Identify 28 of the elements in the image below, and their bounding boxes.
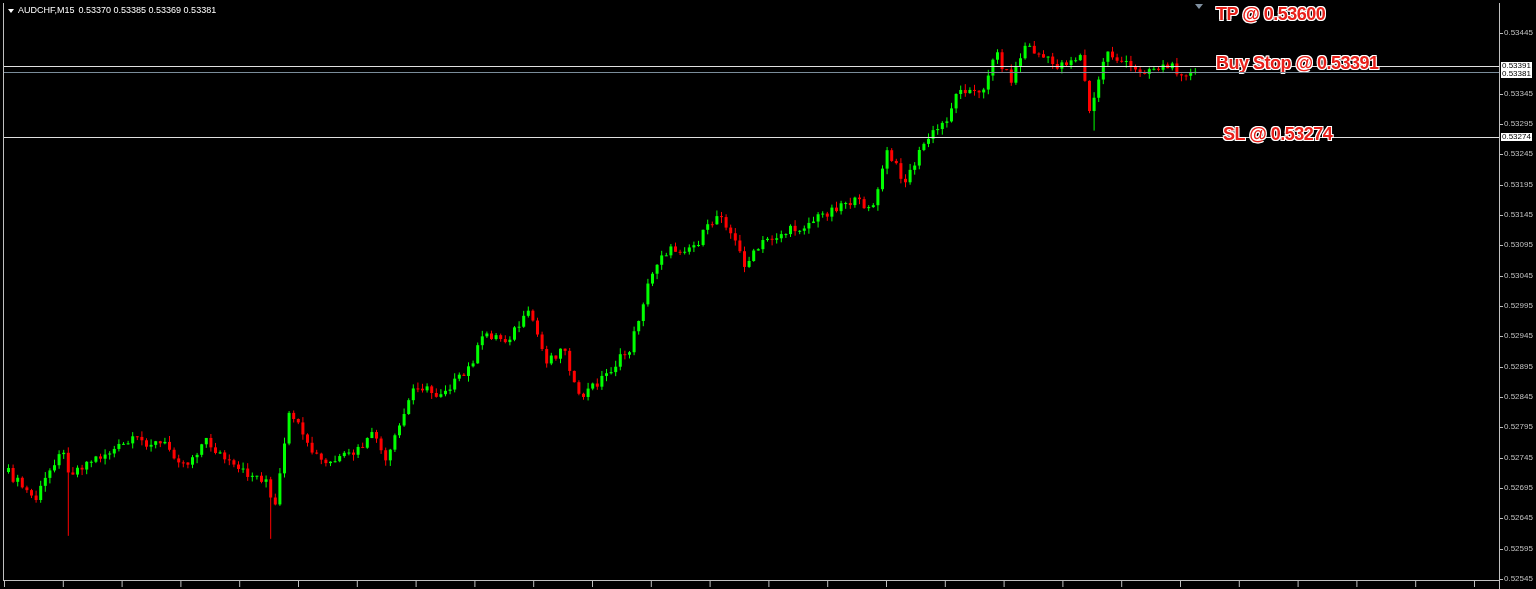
price-tag: 0.53274 xyxy=(1501,133,1532,141)
price-label: 0.52895 xyxy=(1504,362,1533,371)
price-label: 0.52845 xyxy=(1504,392,1533,401)
price-label: 0.53345 xyxy=(1504,89,1533,98)
price-label: 0.52595 xyxy=(1504,544,1533,553)
price-label: 0.52545 xyxy=(1504,574,1533,583)
ohlc-values: 0.53370 0.53385 0.53369 0.53381 xyxy=(78,6,217,15)
price-label: 0.53095 xyxy=(1504,241,1533,250)
price-label: 0.52995 xyxy=(1504,301,1533,310)
price-label: 0.53195 xyxy=(1504,180,1533,189)
price-label: 0.52945 xyxy=(1504,332,1533,341)
stop-loss-line[interactable] xyxy=(4,137,1500,138)
price-label: 0.52645 xyxy=(1504,514,1533,523)
symbol-timeframe: AUDCHF,M15 xyxy=(18,6,75,15)
level-label: TP @ 0.53600 xyxy=(1216,5,1326,23)
price-label: 0.53295 xyxy=(1504,120,1533,128)
price-label: 0.53245 xyxy=(1504,150,1533,159)
price-label: 0.52745 xyxy=(1504,453,1533,462)
price-tag: 0.53391 xyxy=(1501,62,1532,70)
price-label: 0.53445 xyxy=(1504,29,1533,37)
collapse-triangle-icon[interactable] xyxy=(8,8,14,13)
price-label: 0.52695 xyxy=(1504,483,1533,492)
price-label: 0.53145 xyxy=(1504,210,1533,219)
triangle-marker-icon xyxy=(1195,4,1203,9)
buy-stop-line[interactable] xyxy=(4,66,1500,67)
price-tag: 0.53381 xyxy=(1501,70,1532,78)
price-label: 0.53045 xyxy=(1504,271,1533,280)
price-label: 0.52795 xyxy=(1504,423,1533,432)
